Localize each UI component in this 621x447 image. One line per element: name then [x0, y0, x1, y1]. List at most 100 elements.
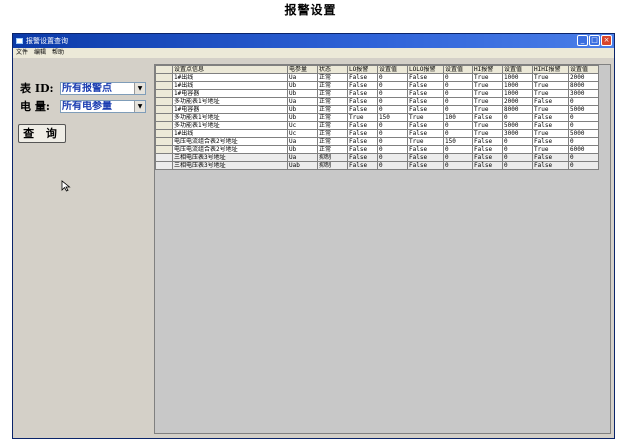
table-cell[interactable]: 三相电压表3号地址 [172, 153, 288, 162]
table-cell[interactable]: True [472, 121, 503, 130]
table-cell[interactable]: 0 [443, 129, 473, 138]
alarm-settings-grid[interactable]: 设置点信息 电参量 状态 LO报警 设置值 LOLO报警 设置值 HI报警 设置… [154, 64, 611, 434]
table-row[interactable]: 1#电容器 Ub 正常 False 0 False 0 True 1000 True 3000 [155, 89, 599, 98]
table-cell[interactable]: 正常 [317, 121, 348, 130]
table-cell[interactable]: 0 [443, 81, 473, 90]
table-cell[interactable]: 0 [568, 113, 599, 122]
table-cell[interactable]: False [407, 145, 444, 154]
row-header[interactable] [155, 121, 173, 130]
table-cell[interactable]: 0 [443, 153, 473, 162]
row-header[interactable] [155, 129, 173, 138]
table-cell[interactable]: True [532, 105, 569, 114]
table-cell[interactable]: 0 [377, 161, 408, 170]
table-cell[interactable]: False [472, 153, 503, 162]
table-cell[interactable]: 多功能表1号地址 [172, 97, 288, 106]
table-cell[interactable]: 0 [443, 97, 473, 106]
table-cell[interactable]: False [407, 105, 444, 114]
column-header[interactable]: 设置值 [377, 65, 408, 74]
table-cell[interactable]: 0 [377, 153, 408, 162]
row-header[interactable] [155, 105, 173, 114]
row-header[interactable] [155, 81, 173, 90]
table-cell[interactable]: 0 [377, 89, 408, 98]
table-cell[interactable]: 抑制 [317, 153, 348, 162]
table-row[interactable]: 1#出线 Ub 正常 False 0 False 0 True 1000 True 8000 [155, 81, 599, 90]
table-cell[interactable]: Ub [287, 89, 318, 98]
menu-edit[interactable]: 编辑 [34, 48, 46, 58]
table-cell[interactable]: 1000 [502, 89, 533, 98]
table-row[interactable]: 三相电压表3号地址 Uab 抑制 False 0 False 0 False 0 False 0 [155, 161, 599, 170]
table-cell[interactable]: Ub [287, 105, 318, 114]
table-cell[interactable]: 0 [377, 129, 408, 138]
table-row[interactable]: 1#出线 Uc 正常 False 0 False 0 True 3000 True 5000 [155, 129, 599, 138]
table-cell[interactable]: 100 [443, 113, 473, 122]
row-header[interactable] [155, 97, 173, 106]
table-cell[interactable]: False [347, 81, 378, 90]
table-cell[interactable]: False [347, 121, 378, 130]
meter-select[interactable]: 所有报警点 ▼ [60, 81, 146, 95]
table-cell[interactable]: 0 [502, 137, 533, 146]
table-cell[interactable]: Ub [287, 81, 318, 90]
table-cell[interactable]: 0 [443, 73, 473, 82]
table-row[interactable]: 多功能表1号地址 Ua 正常 False 0 False 0 True 2000 False 0 [155, 97, 599, 106]
table-cell[interactable]: 正常 [317, 89, 348, 98]
table-cell[interactable]: False [407, 89, 444, 98]
table-cell[interactable]: 0 [502, 153, 533, 162]
table-cell[interactable]: 1#出线 [172, 129, 288, 138]
table-row[interactable]: 多功能表1号地址 Ub 正常 True 150 True 100 False 0 False 0 [155, 113, 599, 122]
table-row[interactable]: 1#电容器 Ub 正常 False 0 False 0 True 8000 True 5000 [155, 105, 599, 114]
table-cell[interactable]: 150 [377, 113, 408, 122]
table-cell[interactable]: 0 [377, 73, 408, 82]
table-cell[interactable]: 0 [377, 97, 408, 106]
row-header[interactable] [155, 145, 173, 154]
table-cell[interactable]: 1000 [502, 81, 533, 90]
table-cell[interactable]: 0 [377, 105, 408, 114]
table-cell[interactable]: 0 [568, 161, 599, 170]
table-cell[interactable]: False [347, 105, 378, 114]
table-row[interactable]: 电压电流组合表2号地址 Ub 正常 False 0 False 0 False 0 True 600… [155, 145, 599, 154]
table-cell[interactable]: True [532, 73, 569, 82]
table-cell[interactable]: 0 [377, 121, 408, 130]
table-cell[interactable]: True [407, 137, 444, 146]
chevron-down-icon[interactable]: ▼ [134, 100, 145, 112]
table-cell[interactable]: Ub [287, 145, 318, 154]
table-cell[interactable]: 0 [502, 145, 533, 154]
minimize-icon[interactable]: _ [577, 35, 588, 46]
table-cell[interactable]: 正常 [317, 105, 348, 114]
table-cell[interactable]: 多功能表1号地址 [172, 121, 288, 130]
column-header[interactable]: LO报警 [347, 65, 378, 74]
table-cell[interactable]: True [532, 129, 569, 138]
table-cell[interactable]: 正常 [317, 97, 348, 106]
table-cell[interactable]: False [347, 97, 378, 106]
table-cell[interactable]: Ua [287, 73, 318, 82]
table-cell[interactable]: False [347, 161, 378, 170]
table-cell[interactable]: 电压电流组合表2号地址 [172, 137, 288, 146]
query-button[interactable]: 查 询 [18, 124, 66, 143]
table-cell[interactable]: 正常 [317, 129, 348, 138]
column-header[interactable]: HI报警 [472, 65, 503, 74]
table-cell[interactable]: 2000 [502, 97, 533, 106]
column-header[interactable]: 电参量 [287, 65, 318, 74]
table-cell[interactable]: 三相电压表3号地址 [172, 161, 288, 170]
table-cell[interactable]: False [347, 73, 378, 82]
table-cell[interactable]: True [532, 145, 569, 154]
table-cell[interactable]: 3000 [502, 129, 533, 138]
table-cell[interactable]: 6000 [568, 145, 599, 154]
row-header[interactable] [155, 161, 173, 170]
table-cell[interactable]: 1000 [502, 73, 533, 82]
table-cell[interactable]: 正常 [317, 113, 348, 122]
table-cell[interactable]: 0 [377, 145, 408, 154]
row-header[interactable] [155, 73, 173, 82]
maximize-icon[interactable]: □ [589, 35, 600, 46]
table-cell[interactable]: False [532, 121, 569, 130]
table-cell[interactable]: False [532, 97, 569, 106]
row-header[interactable] [155, 113, 173, 122]
row-header[interactable] [155, 153, 173, 162]
column-header[interactable]: 设置值 [443, 65, 473, 74]
table-cell[interactable]: 正常 [317, 145, 348, 154]
close-icon[interactable]: × [601, 35, 612, 46]
table-cell[interactable]: False [407, 129, 444, 138]
table-row[interactable]: 电压电流组合表2号地址 Ua 正常 False 0 True 150 False 0 False 0 [155, 137, 599, 146]
table-row[interactable]: 1#出线 Ua 正常 False 0 False 0 True 1000 True 2000 [155, 73, 599, 82]
table-cell[interactable]: 正常 [317, 73, 348, 82]
table-cell[interactable]: False [347, 129, 378, 138]
